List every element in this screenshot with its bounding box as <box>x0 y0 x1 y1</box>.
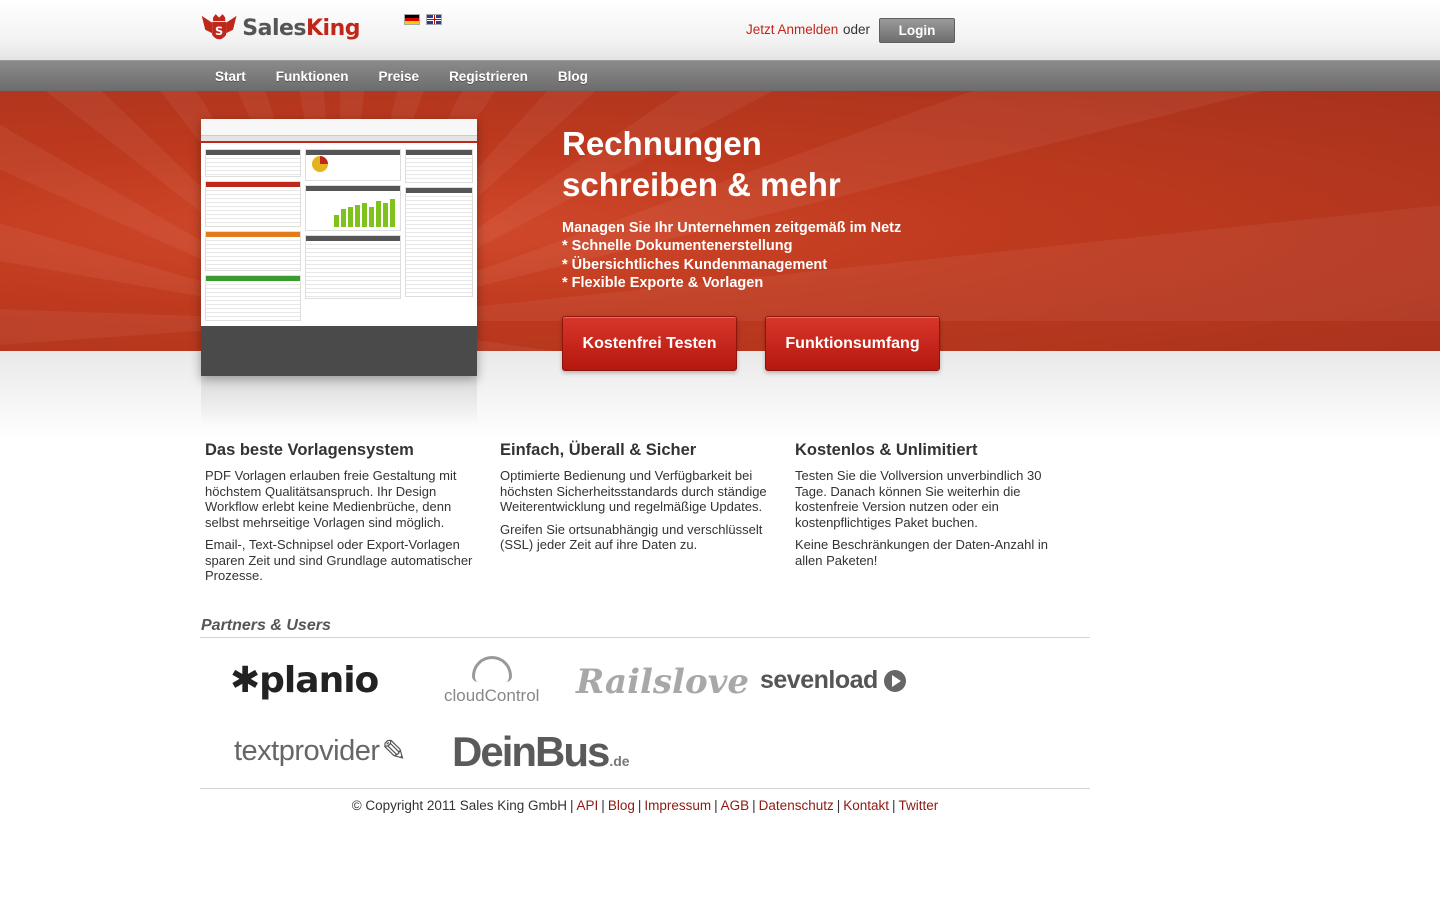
column-text: Keine Beschränkungen der Daten-Anzahl in… <box>795 537 1048 568</box>
mini-header <box>201 119 477 136</box>
saleking-logo[interactable]: S SalesKing <box>200 6 361 50</box>
copyright-text: © Copyright 2011 Sales King GmbH <box>351 798 568 813</box>
mini-panel <box>305 235 401 299</box>
column-text: Optimierte Bedienung und Verfügbarkeit b… <box>500 468 767 514</box>
deinbus-logo[interactable]: DeinBus .de <box>452 728 630 776</box>
header: S SalesKing Jetzt Anmelden oder Login <box>0 0 1440 60</box>
app-screenshot <box>201 119 477 376</box>
column-text: Testen Sie die Vollversion unverbindlich… <box>795 468 1042 530</box>
footer: © Copyright 2011 Sales King GmbH | API | Blo… <box>351 798 939 813</box>
mini-chart-panel <box>305 185 401 231</box>
german-flag-icon[interactable] <box>404 14 420 25</box>
column-title: Kostenlos & Unlimitiert <box>795 441 978 459</box>
play-icon <box>883 669 906 692</box>
planio-logo[interactable]: ✱planio <box>230 660 379 701</box>
main-nav: Start Funktionen Preise Registrieren Blo… <box>0 60 1440 91</box>
railslove-logo[interactable]: Railslove <box>576 662 749 702</box>
hero-title: Rechnungen schreiben & mehr <box>562 125 841 203</box>
mini-nav <box>201 136 477 143</box>
cloud-icon <box>471 656 512 682</box>
feature-column-security: Einfach, Überall & Sicher Optimierte Bed… <box>500 441 770 560</box>
mini-panel <box>305 149 401 181</box>
hero-feature-item: * Flexible Exporte & Vorlagen <box>562 275 764 291</box>
divider <box>200 788 1090 789</box>
mini-footer <box>201 326 477 376</box>
column-text: PDF Vorlagen erlauben freie Gestaltung m… <box>205 468 457 530</box>
nav-item-preise[interactable]: Preise <box>364 61 435 92</box>
mini-panel <box>205 231 301 271</box>
nav-item-funktionen[interactable]: Funktionen <box>261 61 364 92</box>
nav-item-start[interactable]: Start <box>200 61 261 92</box>
english-flag-icon[interactable] <box>426 14 442 25</box>
textprovider-logo[interactable]: textprovider ✎ <box>234 734 407 769</box>
footer-link-agb[interactable]: AGB <box>721 798 750 813</box>
nav-item-blog[interactable]: Blog <box>543 61 603 92</box>
svg-text:S: S <box>215 25 223 38</box>
login-button[interactable]: Login <box>879 18 955 43</box>
divider <box>200 637 1090 638</box>
footer-link-twitter[interactable]: Twitter <box>899 798 939 813</box>
hero-feature-list: * Schnelle Dokumentenerstellung * Übersi… <box>562 237 827 293</box>
footer-link-api[interactable]: API <box>577 798 599 813</box>
crown-wings-icon: S <box>201 14 237 40</box>
features-button[interactable]: Funktionsumfang <box>765 316 940 371</box>
footer-link-impressum[interactable]: Impressum <box>644 798 711 813</box>
mini-panel <box>205 181 301 227</box>
mini-panel <box>205 275 301 321</box>
hero-tagline: Managen Sie Ihr Unternehmen zeitgemäß im… <box>562 220 902 236</box>
column-title: Einfach, Überall & Sicher <box>500 441 697 459</box>
footer-link-datenschutz[interactable]: Datenschutz <box>759 798 834 813</box>
footer-link-blog[interactable]: Blog <box>608 798 635 813</box>
hero-feature-item: * Schnelle Dokumentenerstellung <box>562 238 793 254</box>
column-title: Das beste Vorlagensystem <box>205 441 414 459</box>
footer-link-kontakt[interactable]: Kontakt <box>843 798 889 813</box>
feature-column-free: Kostenlos & Unlimitiert Testen Sie die V… <box>795 441 1065 575</box>
mini-panel <box>405 187 473 297</box>
column-text: Email-, Text-Schnipsel oder Export-Vorla… <box>205 537 473 583</box>
mini-panel <box>405 149 473 183</box>
screenshot-reflection <box>201 376 477 426</box>
hero-feature-item: * Übersichtliches Kundenmanagement <box>562 256 828 273</box>
sevenload-logo[interactable]: sevenload <box>760 666 906 695</box>
mini-panel <box>205 149 301 177</box>
column-text: Greifen Sie ortsunabhängig und verschlüs… <box>500 521 763 553</box>
signup-link[interactable]: Jetzt Anmelden <box>746 22 838 37</box>
feature-column-templates: Das beste Vorlagensystem PDF Vorlagen er… <box>205 441 475 591</box>
cloudcontrol-logo[interactable]: cloudControl <box>444 656 539 706</box>
free-trial-button[interactable]: Kostenfrei Testen <box>562 316 737 371</box>
or-text: oder <box>843 22 871 37</box>
pen-icon: ✎ <box>381 735 407 768</box>
logo-wordmark: SalesKing <box>242 15 360 41</box>
nav-item-registrieren[interactable]: Registrieren <box>434 61 543 92</box>
partners-title: Partners & Users <box>201 617 331 634</box>
